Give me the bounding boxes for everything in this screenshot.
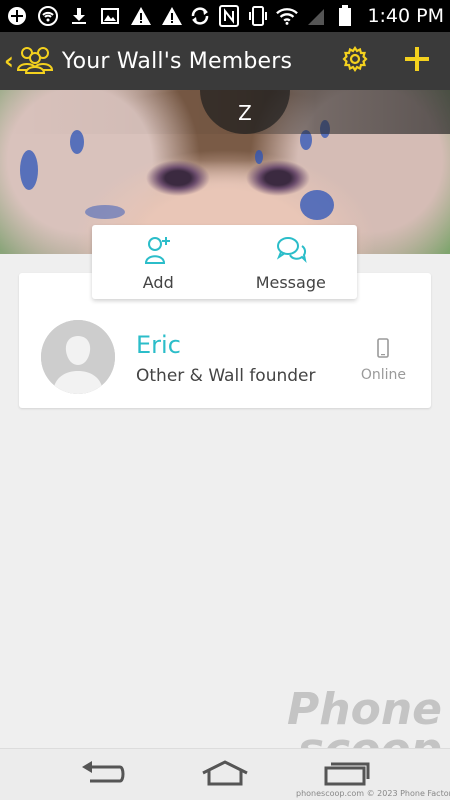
- add-member-button[interactable]: Add: [92, 225, 225, 299]
- wifi-broadcast-icon: [37, 5, 59, 27]
- page-title: Your Wall's Members: [61, 48, 293, 74]
- member-role: Other & Wall founder: [136, 366, 316, 386]
- member-status: Online: [361, 338, 406, 383]
- add-person-icon: [143, 235, 173, 269]
- avatar[interactable]: [41, 320, 115, 394]
- nfc-icon: [218, 5, 240, 27]
- status-bar: 1:40 PM: [0, 0, 450, 32]
- gear-icon[interactable]: [342, 46, 368, 76]
- member-actions-card: Add Message: [92, 225, 357, 299]
- status-label: Online: [360, 367, 406, 383]
- message-label: Message: [255, 273, 326, 292]
- image-icon: [99, 5, 121, 27]
- recent-apps-icon[interactable]: [322, 759, 370, 791]
- home-icon[interactable]: [200, 759, 250, 791]
- warning-icon: [130, 5, 152, 27]
- phone-icon: [377, 338, 390, 362]
- add-icon: [6, 5, 28, 27]
- watermark-credit: phonescoop.com © 2023 Phone Factor, LLC: [296, 789, 450, 798]
- warning-icon: [161, 5, 183, 27]
- add-label: Add: [142, 273, 174, 292]
- battery-icon: [334, 5, 356, 27]
- member-name[interactable]: Eric: [136, 331, 181, 359]
- wifi-icon: [276, 5, 299, 27]
- chat-bubbles-icon: [275, 235, 307, 269]
- back-chevron-icon[interactable]: ‹: [4, 47, 14, 75]
- app-bar: ‹ Your Wall's Members: [0, 32, 450, 90]
- signal-icon: [305, 5, 327, 27]
- message-button[interactable]: Message: [225, 225, 358, 299]
- download-icon: [68, 5, 90, 27]
- plus-icon[interactable]: [404, 46, 430, 76]
- vibrate-icon: [247, 5, 269, 27]
- sync-icon: [189, 5, 211, 27]
- clock: 1:40 PM: [367, 5, 444, 27]
- group-members-icon[interactable]: [16, 44, 54, 78]
- back-icon[interactable]: [80, 759, 126, 791]
